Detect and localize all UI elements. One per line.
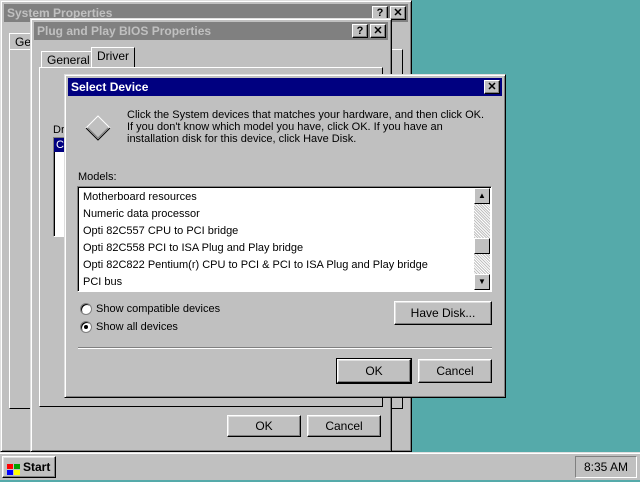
- show-compatible-label[interactable]: Show compatible devices: [96, 303, 220, 315]
- ok-button[interactable]: OK: [336, 358, 412, 384]
- list-item[interactable]: Motherboard resources: [80, 189, 473, 206]
- pnp-bios-title: Plug and Play BIOS Properties: [37, 24, 212, 38]
- list-item[interactable]: Opti 82C557 CPU to PCI bridge: [80, 223, 473, 240]
- close-button[interactable]: ✕: [370, 24, 386, 38]
- show-all-radio[interactable]: [80, 321, 92, 333]
- show-compatible-radio[interactable]: [80, 303, 92, 315]
- models-list[interactable]: Motherboard resources Numeric data proce…: [77, 186, 492, 292]
- windows-logo-icon: [7, 462, 21, 475]
- start-label: Start: [23, 460, 51, 474]
- select-device-title: Select Device: [71, 80, 149, 94]
- scroll-down-button[interactable]: ▼: [474, 274, 490, 290]
- ok-button[interactable]: OK: [227, 415, 301, 437]
- list-item[interactable]: Opti 82C822 Pentium(r) CPU to PCI & PCI …: [80, 257, 473, 274]
- list-item[interactable]: Numeric data processor: [80, 206, 473, 223]
- tab-general[interactable]: General: [41, 51, 96, 67]
- list-item[interactable]: Opti 82C558 PCI to ISA Plug and Play bri…: [80, 240, 473, 257]
- list-item[interactable]: PCI bus: [80, 274, 473, 291]
- close-button[interactable]: ✕: [484, 80, 500, 94]
- models-list-items: Motherboard resources Numeric data proce…: [80, 189, 473, 291]
- radio-selected-dot: [84, 325, 88, 329]
- scroll-up-button[interactable]: ▲: [474, 188, 490, 204]
- instructions-text: Click the System devices that matches yo…: [127, 109, 485, 145]
- select-device-titlebar[interactable]: Select Device ✕: [68, 78, 502, 96]
- models-scrollbar[interactable]: ▲ ▼: [474, 188, 490, 290]
- tab-driver[interactable]: Driver: [91, 47, 135, 67]
- select-device-dialog: Select Device ✕ Click the System devices…: [64, 74, 506, 398]
- system-tray-clock[interactable]: 8:35 AM: [575, 456, 637, 478]
- help-button[interactable]: ?: [352, 24, 368, 38]
- device-diamond-icon: [85, 115, 111, 141]
- clock-text: 8:35 AM: [583, 460, 629, 474]
- start-button[interactable]: Start: [2, 456, 56, 478]
- cancel-button[interactable]: Cancel: [307, 415, 381, 437]
- show-all-label[interactable]: Show all devices: [96, 321, 178, 333]
- pnp-bios-titlebar[interactable]: Plug and Play BIOS Properties ? ✕: [34, 22, 388, 40]
- models-label: Models:: [78, 171, 117, 183]
- cancel-button[interactable]: Cancel: [418, 359, 492, 383]
- driver-label: Dr: [53, 124, 65, 136]
- divider: [78, 347, 492, 349]
- scroll-thumb[interactable]: [474, 238, 490, 254]
- close-button[interactable]: ✕: [390, 6, 406, 20]
- have-disk-button[interactable]: Have Disk...: [394, 301, 492, 325]
- taskbar: Start 8:35 AM: [0, 452, 640, 480]
